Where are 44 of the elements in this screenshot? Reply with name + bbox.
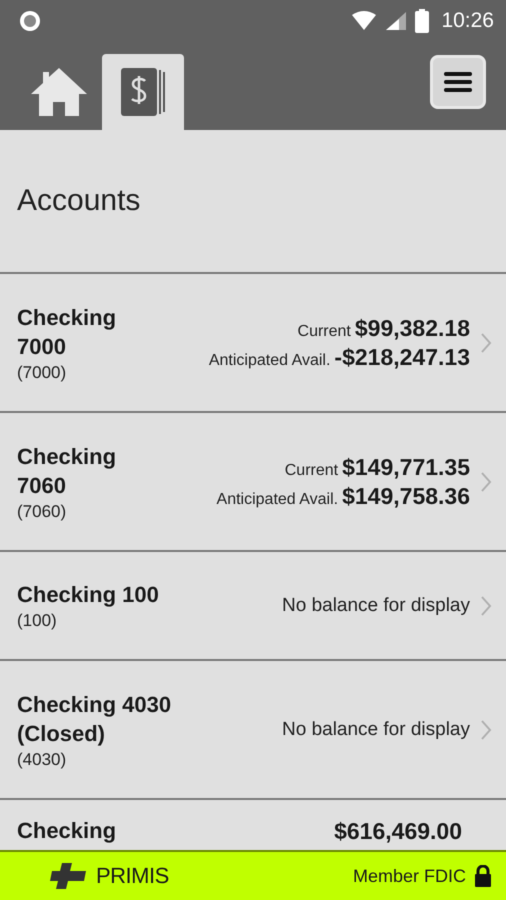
chevron-right-icon (480, 718, 492, 740)
wifi-icon (351, 11, 378, 31)
current-balance: $616,469.00 (334, 818, 462, 845)
account-name: Checking 7060 (17, 442, 118, 500)
cross-logo-icon (48, 862, 88, 890)
account-row[interactable]: Checking $616,469.00 (0, 800, 506, 850)
anticipated-balance: $149,758.36 (342, 482, 470, 510)
account-number: (7060) (17, 502, 68, 522)
chevron-right-icon (480, 594, 492, 616)
account-name: Checking 100 (17, 581, 160, 609)
brand-name: PRIMIS (96, 863, 169, 889)
account-number: (7000) (17, 362, 68, 382)
anticipated-label: Anticipated Avail. (216, 490, 338, 508)
no-balance-message: No balance for display (282, 718, 470, 740)
current-balance: $99,382.18 (354, 314, 470, 342)
signal-icon (385, 11, 408, 31)
account-row[interactable]: Checking 7060 (7060) Current $149,771.35 Anticipated Avail. $149,758.36 (0, 413, 506, 552)
status-time: 10:26 (441, 9, 494, 33)
chevron-right-icon (480, 332, 492, 354)
account-name: Checking 7000 (17, 304, 118, 360)
money-card-icon (119, 66, 167, 118)
account-name: Checking (17, 817, 118, 845)
account-row[interactable]: Checking 4030 (Closed) (4030) No balance for display (0, 661, 506, 800)
menu-button[interactable] (430, 55, 486, 109)
account-number: (100) (17, 611, 58, 631)
account-row[interactable]: Checking 7000 (7000) Current $99,382.18 Anticipated Avail. -$218,247.13 (0, 274, 506, 413)
record-icon (18, 9, 42, 33)
battery-icon (415, 9, 430, 33)
account-name: Checking 4030 (Closed) (17, 690, 172, 748)
current-label: Current (298, 322, 351, 340)
no-balance-message: No balance for display (282, 594, 470, 616)
anticipated-label: Anticipated Avail. (208, 352, 330, 370)
lock-icon (474, 865, 492, 887)
home-icon (29, 66, 89, 118)
nav-tab[interactable] (102, 54, 184, 130)
member-fdic-text: Member FDIC (352, 866, 466, 886)
chevron-right-icon (480, 470, 492, 492)
page-title: Accounts (17, 184, 140, 218)
anticipated-balance: -$218,247.13 (334, 344, 470, 370)
current-label: Current (284, 462, 338, 480)
account-row[interactable]: Checking 100 (100) No balance for display (0, 552, 506, 661)
current-balance: $149,771.35 (342, 454, 470, 480)
menu-icon (444, 71, 472, 93)
account-number: (4030) (17, 750, 68, 770)
